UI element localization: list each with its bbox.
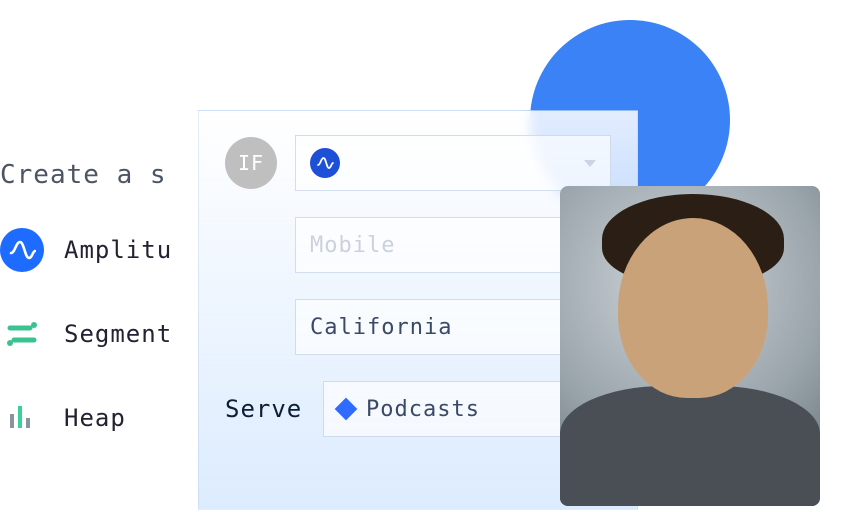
serve-row: Serve Podcasts <box>225 381 611 437</box>
heap-icon <box>0 396 44 440</box>
select-value: Podcasts <box>366 397 572 422</box>
provider-label: Segment <box>64 320 172 348</box>
region-row: California <box>225 299 611 355</box>
device-row: Mobile <box>225 217 611 273</box>
chevron-down-icon <box>584 160 596 167</box>
source-select[interactable] <box>295 135 611 191</box>
if-chip: IF <box>225 137 277 189</box>
select-value: California <box>310 315 572 340</box>
if-row: IF <box>225 135 611 191</box>
persona-photo <box>560 186 820 506</box>
provider-label: Amplitu <box>64 236 172 264</box>
amplitude-icon <box>0 228 44 272</box>
diamond-icon <box>335 398 358 421</box>
serve-label: Serve <box>225 395 305 423</box>
select-value: Mobile <box>310 233 572 258</box>
segment-icon <box>0 312 44 356</box>
provider-label: Heap <box>64 404 126 432</box>
amplitude-badge-icon <box>310 148 340 178</box>
